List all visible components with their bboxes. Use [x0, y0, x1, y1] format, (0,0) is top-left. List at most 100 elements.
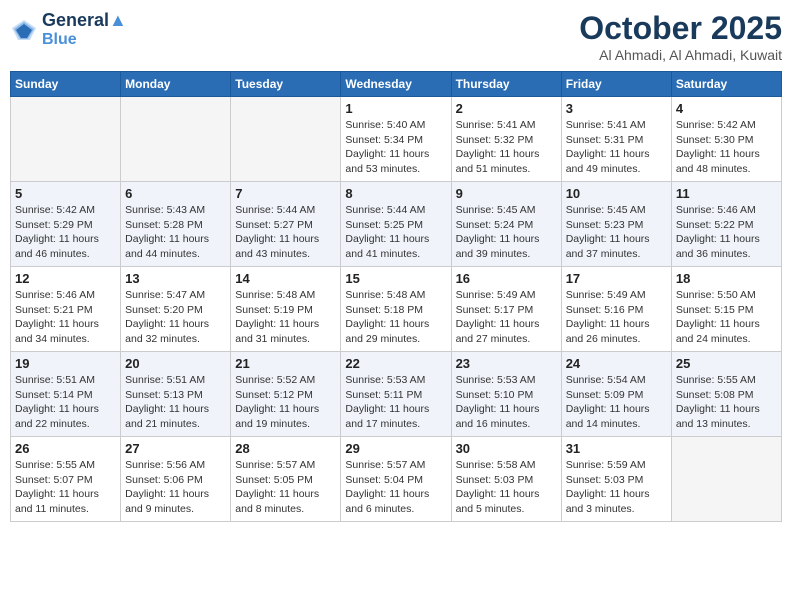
day-number: 8 [345, 186, 446, 201]
day-number: 27 [125, 441, 226, 456]
calendar-cell [671, 437, 781, 522]
calendar-table: SundayMondayTuesdayWednesdayThursdayFrid… [10, 71, 782, 522]
day-info: Sunrise: 5:45 AM Sunset: 5:24 PM Dayligh… [456, 203, 557, 262]
col-header-saturday: Saturday [671, 72, 781, 97]
calendar-cell: 7 Sunrise: 5:44 AM Sunset: 5:27 PM Daylig… [231, 182, 341, 267]
day-info: Sunrise: 5:57 AM Sunset: 5:04 PM Dayligh… [345, 458, 446, 517]
calendar-cell: 26Sunrise: 5:55 AM Sunset: 5:07 PM Dayli… [11, 437, 121, 522]
calendar-cell: 29 Sunrise: 5:57 AM Sunset: 5:04 PM Dayli… [341, 437, 451, 522]
week-row-3: 12Sunrise: 5:46 AM Sunset: 5:21 PM Dayli… [11, 267, 782, 352]
col-header-tuesday: Tuesday [231, 72, 341, 97]
page-header: General▲ Blue October 2025 Al Ahmadi, Al… [10, 10, 782, 63]
day-info: Sunrise: 5:55 AM Sunset: 5:07 PM Dayligh… [15, 458, 116, 517]
title-block: October 2025 Al Ahmadi, Al Ahmadi, Kuwai… [579, 10, 782, 63]
calendar-cell: 2 Sunrise: 5:41 AM Sunset: 5:32 PM Daylig… [451, 97, 561, 182]
week-row-2: 5Sunrise: 5:42 AM Sunset: 5:29 PM Daylig… [11, 182, 782, 267]
day-info: Sunrise: 5:42 AM Sunset: 5:30 PM Dayligh… [676, 118, 777, 177]
day-number: 30 [456, 441, 557, 456]
calendar-cell: 15 Sunrise: 5:48 AM Sunset: 5:18 PM Dayli… [341, 267, 451, 352]
col-header-thursday: Thursday [451, 72, 561, 97]
day-info: Sunrise: 5:53 AM Sunset: 5:11 PM Dayligh… [345, 373, 446, 432]
calendar-cell: 1 Sunrise: 5:40 AM Sunset: 5:34 PM Daylig… [341, 97, 451, 182]
day-number: 31 [566, 441, 667, 456]
day-number: 15 [345, 271, 446, 286]
calendar-cell: 25Sunrise: 5:55 AM Sunset: 5:08 PM Dayli… [671, 352, 781, 437]
day-number: 21 [235, 356, 336, 371]
calendar-cell: 28Sunrise: 5:57 AM Sunset: 5:05 PM Dayli… [231, 437, 341, 522]
calendar-cell: 27 Sunrise: 5:56 AM Sunset: 5:06 PM Dayli… [121, 437, 231, 522]
day-number: 11 [676, 186, 777, 201]
day-number: 17 [566, 271, 667, 286]
calendar-cell: 8 Sunrise: 5:44 AM Sunset: 5:25 PM Daylig… [341, 182, 451, 267]
calendar-cell: 14 Sunrise: 5:48 AM Sunset: 5:19 PM Dayli… [231, 267, 341, 352]
calendar-cell: 21 Sunrise: 5:52 AM Sunset: 5:12 PM Dayli… [231, 352, 341, 437]
logo-text: General▲ Blue [42, 10, 127, 49]
month-title: October 2025 [579, 10, 782, 47]
location: Al Ahmadi, Al Ahmadi, Kuwait [579, 47, 782, 63]
day-info: Sunrise: 5:56 AM Sunset: 5:06 PM Dayligh… [125, 458, 226, 517]
week-row-1: 1 Sunrise: 5:40 AM Sunset: 5:34 PM Daylig… [11, 97, 782, 182]
calendar-cell: 13 Sunrise: 5:47 AM Sunset: 5:20 PM Dayli… [121, 267, 231, 352]
day-info: Sunrise: 5:47 AM Sunset: 5:20 PM Dayligh… [125, 288, 226, 347]
day-number: 2 [456, 101, 557, 116]
day-number: 14 [235, 271, 336, 286]
calendar-cell [121, 97, 231, 182]
day-info: Sunrise: 5:50 AM Sunset: 5:15 PM Dayligh… [676, 288, 777, 347]
week-row-4: 19Sunrise: 5:51 AM Sunset: 5:14 PM Dayli… [11, 352, 782, 437]
day-info: Sunrise: 5:40 AM Sunset: 5:34 PM Dayligh… [345, 118, 446, 177]
calendar-cell: 9 Sunrise: 5:45 AM Sunset: 5:24 PM Daylig… [451, 182, 561, 267]
col-header-monday: Monday [121, 72, 231, 97]
calendar-cell: 6 Sunrise: 5:43 AM Sunset: 5:28 PM Daylig… [121, 182, 231, 267]
day-number: 29 [345, 441, 446, 456]
day-number: 22 [345, 356, 446, 371]
calendar-cell: 30 Sunrise: 5:58 AM Sunset: 5:03 PM Dayli… [451, 437, 561, 522]
col-header-sunday: Sunday [11, 72, 121, 97]
day-number: 16 [456, 271, 557, 286]
day-info: Sunrise: 5:59 AM Sunset: 5:03 PM Dayligh… [566, 458, 667, 517]
day-number: 7 [235, 186, 336, 201]
day-info: Sunrise: 5:54 AM Sunset: 5:09 PM Dayligh… [566, 373, 667, 432]
col-header-friday: Friday [561, 72, 671, 97]
day-number: 20 [125, 356, 226, 371]
day-number: 1 [345, 101, 446, 116]
day-info: Sunrise: 5:49 AM Sunset: 5:17 PM Dayligh… [456, 288, 557, 347]
day-info: Sunrise: 5:49 AM Sunset: 5:16 PM Dayligh… [566, 288, 667, 347]
day-info: Sunrise: 5:48 AM Sunset: 5:19 PM Dayligh… [235, 288, 336, 347]
day-number: 18 [676, 271, 777, 286]
calendar-cell: 19Sunrise: 5:51 AM Sunset: 5:14 PM Dayli… [11, 352, 121, 437]
calendar-cell: 16 Sunrise: 5:49 AM Sunset: 5:17 PM Dayli… [451, 267, 561, 352]
day-info: Sunrise: 5:44 AM Sunset: 5:27 PM Dayligh… [235, 203, 336, 262]
day-info: Sunrise: 5:43 AM Sunset: 5:28 PM Dayligh… [125, 203, 226, 262]
day-info: Sunrise: 5:44 AM Sunset: 5:25 PM Dayligh… [345, 203, 446, 262]
day-number: 23 [456, 356, 557, 371]
calendar-cell: 24 Sunrise: 5:54 AM Sunset: 5:09 PM Dayli… [561, 352, 671, 437]
day-info: Sunrise: 5:58 AM Sunset: 5:03 PM Dayligh… [456, 458, 557, 517]
week-row-5: 26Sunrise: 5:55 AM Sunset: 5:07 PM Dayli… [11, 437, 782, 522]
calendar-cell: 31 Sunrise: 5:59 AM Sunset: 5:03 PM Dayli… [561, 437, 671, 522]
calendar-cell: 10Sunrise: 5:45 AM Sunset: 5:23 PM Dayli… [561, 182, 671, 267]
day-info: Sunrise: 5:46 AM Sunset: 5:22 PM Dayligh… [676, 203, 777, 262]
day-number: 3 [566, 101, 667, 116]
day-number: 28 [235, 441, 336, 456]
day-info: Sunrise: 5:51 AM Sunset: 5:14 PM Dayligh… [15, 373, 116, 432]
day-info: Sunrise: 5:48 AM Sunset: 5:18 PM Dayligh… [345, 288, 446, 347]
day-number: 24 [566, 356, 667, 371]
calendar-cell [231, 97, 341, 182]
calendar-cell: 4 Sunrise: 5:42 AM Sunset: 5:30 PM Daylig… [671, 97, 781, 182]
calendar-header-row: SundayMondayTuesdayWednesdayThursdayFrid… [11, 72, 782, 97]
day-info: Sunrise: 5:52 AM Sunset: 5:12 PM Dayligh… [235, 373, 336, 432]
col-header-wednesday: Wednesday [341, 72, 451, 97]
day-number: 4 [676, 101, 777, 116]
day-info: Sunrise: 5:41 AM Sunset: 5:32 PM Dayligh… [456, 118, 557, 177]
calendar-cell [11, 97, 121, 182]
day-number: 6 [125, 186, 226, 201]
day-number: 13 [125, 271, 226, 286]
day-number: 9 [456, 186, 557, 201]
day-number: 12 [15, 271, 116, 286]
calendar-cell: 20Sunrise: 5:51 AM Sunset: 5:13 PM Dayli… [121, 352, 231, 437]
logo-icon [10, 18, 38, 42]
calendar-cell: 17 Sunrise: 5:49 AM Sunset: 5:16 PM Dayli… [561, 267, 671, 352]
logo: General▲ Blue [10, 10, 127, 49]
day-info: Sunrise: 5:55 AM Sunset: 5:08 PM Dayligh… [676, 373, 777, 432]
calendar-cell: 12Sunrise: 5:46 AM Sunset: 5:21 PM Dayli… [11, 267, 121, 352]
